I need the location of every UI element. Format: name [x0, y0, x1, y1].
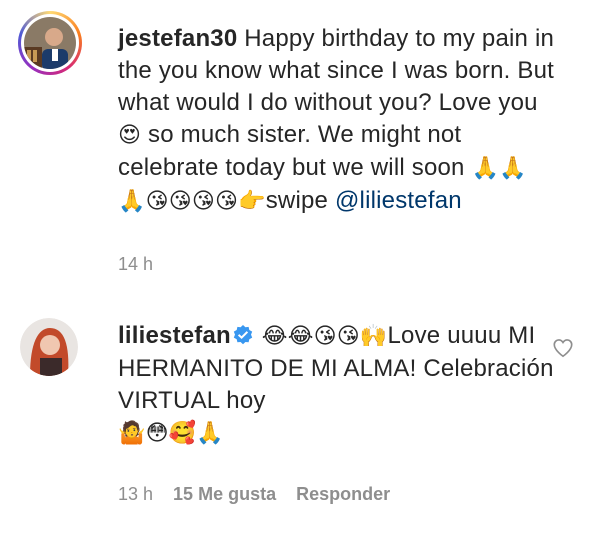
- avatar-liliestefan[interactable]: [20, 318, 78, 376]
- pray-emoji: 🙏🙏: [471, 156, 527, 181]
- heart-eyes-emoji: 😍: [118, 123, 142, 148]
- mention-link[interactable]: @liliestefan: [335, 187, 462, 214]
- timestamp[interactable]: 13 h: [118, 484, 153, 505]
- username-link[interactable]: jestefan30: [118, 25, 237, 52]
- story-ring[interactable]: [18, 11, 82, 75]
- comment-meta: 13 h 15 Me gusta Responder: [118, 484, 390, 505]
- timestamp[interactable]: 14 h: [118, 254, 153, 275]
- heart-outline-icon[interactable]: [552, 337, 574, 359]
- emoji-sequence: 🤷😳🥰🙏: [118, 421, 224, 446]
- likes-count-button[interactable]: 15 Me gusta: [173, 484, 276, 505]
- comment-text: so much sister. We might not celebrate t…: [118, 121, 472, 181]
- reply-button[interactable]: Responder: [296, 484, 390, 505]
- comment-body: jestefan30 Happy birthday to my pain in …: [118, 23, 558, 218]
- comment-text: swipe: [265, 187, 335, 214]
- comment-meta: 14 h: [118, 254, 153, 275]
- username-link[interactable]: liliestefan: [118, 322, 231, 349]
- emoji-sequence: 🙏😘😘😘😘👉: [118, 189, 266, 214]
- avatar-jestefan30: [24, 17, 76, 69]
- comment-body: liliestefan 😂😂😘😘🙌Love uuuu MI HERMANITO …: [118, 320, 558, 450]
- emoji-sequence: 😂😂😘😘🙌: [261, 324, 388, 349]
- verified-badge-icon: [233, 325, 253, 345]
